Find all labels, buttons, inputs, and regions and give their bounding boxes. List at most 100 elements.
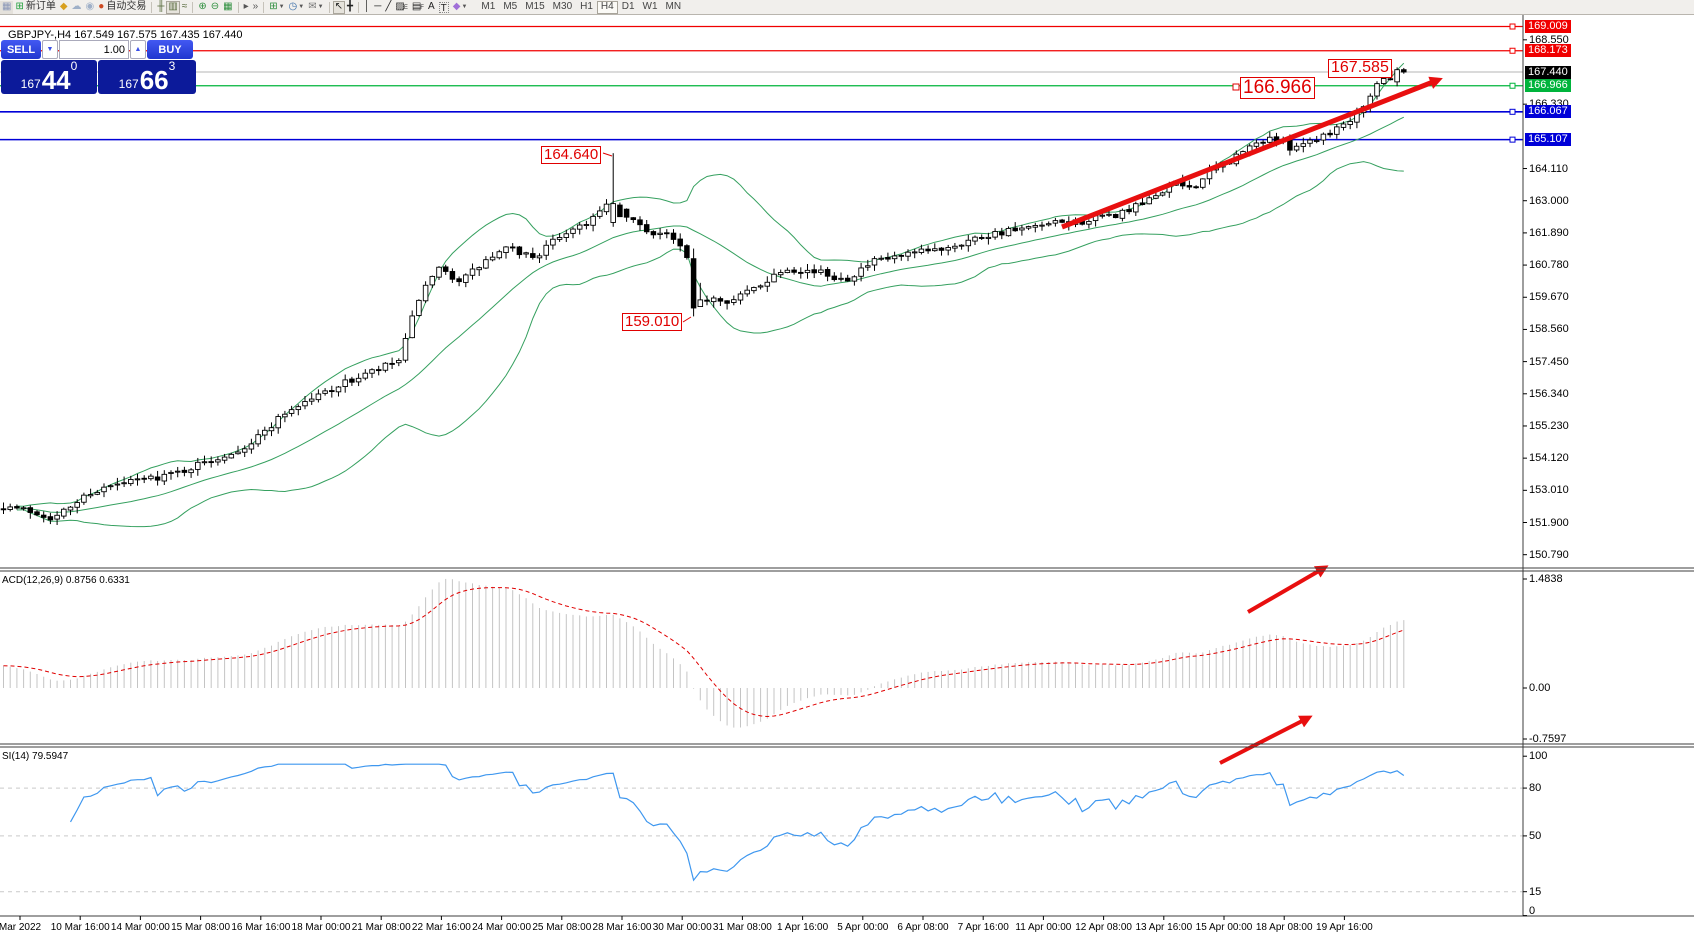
ask-sup: 3 [169, 60, 176, 72]
candle-body [624, 209, 629, 217]
annotation-159-010[interactable]: 159.010 [622, 313, 682, 331]
price-badge: 165.107 [1525, 133, 1571, 146]
candle-body [1147, 198, 1152, 204]
trend-arrow-main[interactable] [1062, 80, 1438, 227]
annotation-166-966[interactable]: 166.966 [1240, 77, 1315, 99]
line-handle[interactable] [1510, 83, 1515, 88]
price-tick-label: 158.560 [1529, 323, 1569, 335]
candle-body [879, 258, 884, 259]
cloud-profile-icon[interactable]: ☁ [70, 1, 84, 14]
indicators-button[interactable]: ⊞▼ [267, 1, 286, 14]
market-watch-icon[interactable]: ◆ [58, 1, 70, 14]
candle-body [323, 391, 328, 393]
candle-body [1261, 142, 1266, 143]
candle-body [356, 378, 361, 382]
cursor-button[interactable]: ↖ [333, 1, 345, 14]
candle-body [986, 237, 991, 238]
timeframe-button-m30[interactable]: M30 [549, 1, 576, 14]
time-axis-label: 6 Apr 08:00 [897, 922, 948, 933]
line-handle[interactable] [1510, 137, 1515, 142]
bid-price-tile[interactable]: 167440 [1, 60, 97, 94]
handle-166-966[interactable] [1233, 84, 1239, 90]
chart-canvas[interactable] [0, 0, 1694, 937]
equidistant-channel-button[interactable]: ▨E [393, 1, 409, 14]
candle-body [510, 247, 515, 248]
candle-body [1335, 127, 1340, 134]
ask-prefix: 167 [119, 76, 139, 92]
one-click-trading-panel: SELL ▼ ▲ BUY 167440 167663 [1, 40, 199, 94]
timeframe-button-h1[interactable]: H1 [576, 1, 597, 14]
vertical-line-button[interactable]: │ [362, 1, 372, 14]
rsi-line [71, 764, 1404, 880]
candle-body [504, 247, 509, 253]
timeframe-button-m5[interactable]: M5 [499, 1, 521, 14]
autotrade-button[interactable]: ●自动交易 [96, 1, 148, 14]
candle-body [939, 248, 944, 250]
timeframe-button-w1[interactable]: W1 [639, 1, 662, 14]
trend-arrow-rsi[interactable] [1220, 718, 1308, 763]
candle-body [792, 270, 797, 272]
candle-body [544, 245, 549, 255]
label-button[interactable]: T [437, 1, 451, 14]
buy-button[interactable]: BUY [147, 40, 193, 59]
chart-shift-icon[interactable]: ▸ [242, 1, 251, 14]
timeframe-button-d1[interactable]: D1 [618, 1, 639, 14]
periods-button[interactable]: ◷▼ [287, 1, 307, 14]
candle-body [423, 285, 428, 301]
candle-body [799, 272, 804, 273]
line-chart-icon[interactable]: ≈ [180, 1, 190, 14]
crosshair-button[interactable]: ╋ [345, 1, 355, 14]
tile-windows-icon[interactable]: ▦ [221, 1, 234, 14]
candle-body [242, 449, 247, 452]
chart-window-icon[interactable]: ▦ [0, 1, 13, 14]
line-handle[interactable] [1510, 24, 1515, 29]
zoom-out-icon[interactable]: ⊖ [209, 1, 221, 14]
volume-input[interactable] [59, 40, 129, 59]
time-axis-label: 28 Mar 16:00 [593, 922, 652, 933]
volume-down-button[interactable]: ▼ [42, 40, 58, 59]
trendline-button[interactable]: ╱ [383, 1, 393, 14]
bar-chart-icon[interactable]: ╫ [155, 1, 166, 14]
price-badge: 166.966 [1525, 79, 1571, 92]
candle-body [336, 387, 341, 392]
candle-body [283, 414, 288, 417]
timeframe-button-m1[interactable]: M1 [477, 1, 499, 14]
volume-up-button[interactable]: ▲ [130, 40, 146, 59]
timeframe-button-h4[interactable]: H4 [597, 1, 618, 14]
time-axis-label: 18 Mar 00:00 [292, 922, 351, 933]
candle-body [671, 233, 676, 239]
timeframe-button-mn[interactable]: MN [662, 1, 686, 14]
annotation-164-640[interactable]: 164.640 [541, 146, 601, 164]
candle-body [430, 276, 435, 284]
arrows-button[interactable]: ◆▼ [451, 1, 470, 14]
candle-body [82, 495, 87, 502]
candle-body [202, 462, 207, 463]
signal-icon[interactable]: ◉ [84, 1, 97, 14]
auto-scroll-icon[interactable]: » [251, 1, 261, 14]
candle-body [41, 515, 46, 517]
candle-body [993, 231, 998, 237]
line-handle[interactable] [1510, 109, 1515, 114]
candlestick-chart-icon[interactable]: ▥ [166, 1, 179, 14]
sell-button[interactable]: SELL [1, 40, 41, 59]
ask-price-tile[interactable]: 167663 [98, 60, 196, 94]
candlestick-series [1, 67, 1406, 525]
candle-body [189, 470, 194, 473]
zoom-in-icon[interactable]: ⊕ [196, 1, 208, 14]
time-axis-label: 19 Apr 16:00 [1316, 922, 1373, 933]
text-button[interactable]: A [426, 1, 437, 14]
candle-body [216, 460, 221, 462]
candle-body [263, 430, 268, 435]
candle-body [88, 495, 93, 496]
annotation-167-585[interactable]: 167.585 [1328, 59, 1392, 78]
candle-body [691, 259, 696, 308]
price-tick-label: 159.670 [1529, 291, 1569, 303]
timeframe-button-m15[interactable]: M15 [521, 1, 548, 14]
horizontal-line-button[interactable]: ─ [372, 1, 383, 14]
templates-button[interactable]: ✉▼ [306, 1, 325, 14]
new-order-button[interactable]: ⊞新订单 [13, 1, 57, 14]
fibonacci-button[interactable]: ▤F [410, 1, 426, 14]
line-handle[interactable] [1510, 48, 1515, 53]
trend-arrow-macd[interactable] [1248, 568, 1324, 612]
candle-body [785, 270, 790, 272]
